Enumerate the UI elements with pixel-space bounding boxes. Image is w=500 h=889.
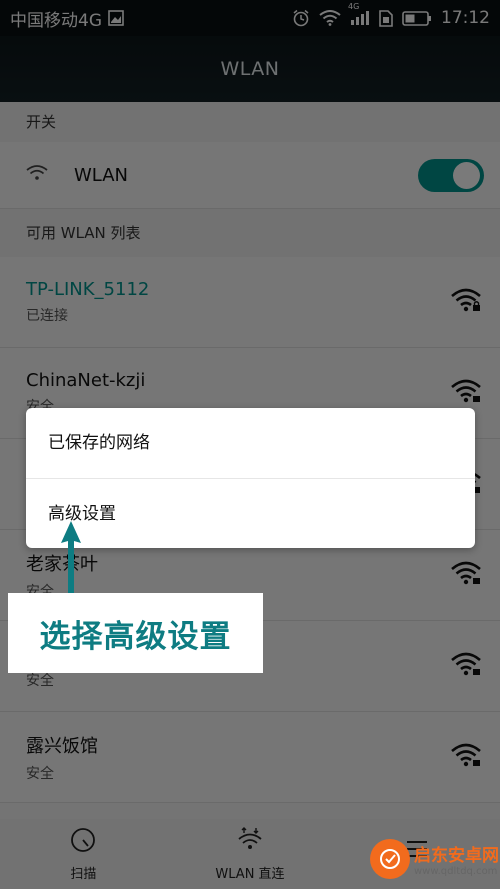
wifi-locked-icon [450,651,482,681]
watermark: 启东安卓网 www.qdltdq.com [370,829,500,889]
scan-icon [70,827,96,857]
annotation-callout: 选择高级设置 [8,593,263,673]
overflow-menu: 已保存的网络 高级设置 [26,408,475,548]
wifi-locked-icon [450,287,482,317]
page-title: WLAN [220,58,280,80]
wifi-locked-icon [450,378,482,408]
network-item[interactable]: TP-LINK_5112 已连接 [0,257,500,348]
watermark-title: 启东安卓网 [414,846,499,866]
menu-item-saved-networks[interactable]: 已保存的网络 [26,408,475,478]
alarm-icon [292,9,310,27]
network-name: ChinaNet-kzji [26,370,146,391]
network-item[interactable]: 露兴饭馆 安全 [0,712,500,803]
switch-section-header: 开关 [0,102,500,142]
wifi-direct-label: WLAN 直连 [215,866,285,882]
toggle-knob [453,162,480,189]
gallery-icon [108,10,124,26]
available-list-header: 可用 WLAN 列表 [0,209,500,257]
wlan-toggle[interactable] [418,159,484,192]
status-bar: 中国移动4G 4G 17:12 [0,0,500,36]
network-name: 露兴饭馆 [26,735,98,757]
battery-icon [402,10,432,26]
network-status: 安全 [26,673,54,689]
wlan-switch-label: WLAN [74,164,129,186]
wifi-locked-icon [450,742,482,772]
sim-icon [379,9,393,27]
annotation-text: 选择高级设置 [39,618,232,655]
signal-icon: 4G [348,2,370,26]
app-bar: WLAN [0,36,500,102]
network-badge: 4G [348,2,360,11]
wifi-direct-icon [236,826,264,857]
wlan-switch-row[interactable]: WLAN [0,142,500,209]
network-status: 安全 [26,765,54,782]
wifi-direct-button[interactable]: WLAN 直连 [190,826,310,882]
menu-item-advanced-settings[interactable]: 高级设置 [26,478,475,549]
network-name: TP-LINK_5112 [26,279,150,300]
watermark-logo-icon [370,839,410,879]
wifi-status-icon [319,10,341,26]
network-status: 已连接 [26,308,68,324]
clock: 17:12 [441,8,490,28]
scan-button[interactable]: 扫描 [23,827,143,882]
carrier-label: 中国移动4G [10,10,102,31]
scan-label: 扫描 [70,866,97,882]
wifi-icon [26,165,48,185]
watermark-url: www.qdltdq.com [414,866,498,877]
wifi-locked-icon [450,560,482,590]
